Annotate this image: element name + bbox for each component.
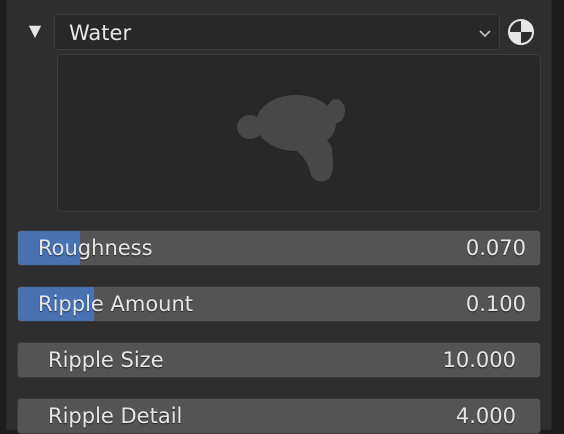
collapse-arrow-icon[interactable]: ▼ <box>25 21 45 41</box>
material-name: Water <box>69 21 132 45</box>
ripple-amount-slider[interactable]: Ripple Amount 0.100 <box>17 286 541 322</box>
ripple-size-field[interactable]: Ripple Size 10.000 <box>17 342 541 378</box>
ripple-size-label: Ripple Size <box>48 348 164 372</box>
ripple-size-value: 10.000 <box>442 348 516 372</box>
ripple-detail-value: 4.000 <box>455 404 516 428</box>
chevron-down-icon <box>479 30 491 38</box>
material-header: ▼ Water <box>7 12 551 52</box>
ripple-detail-field[interactable]: Ripple Detail 4.000 <box>17 398 541 434</box>
material-panel: ▼ Water Roughness 0.070 Ripple Amount 0.… <box>6 0 552 434</box>
material-preview-sphere-icon[interactable] <box>507 18 535 46</box>
ripple-amount-label: Ripple Amount <box>38 292 194 316</box>
ripple-amount-value: 0.100 <box>465 292 526 316</box>
roughness-slider[interactable]: Roughness 0.070 <box>17 230 541 266</box>
monkey-head-preview-icon <box>237 95 345 182</box>
material-selector-dropdown[interactable]: Water <box>54 14 500 50</box>
material-preview-area <box>57 54 541 212</box>
roughness-label: Roughness <box>38 236 153 260</box>
ripple-detail-label: Ripple Detail <box>48 404 183 428</box>
roughness-value: 0.070 <box>465 236 526 260</box>
